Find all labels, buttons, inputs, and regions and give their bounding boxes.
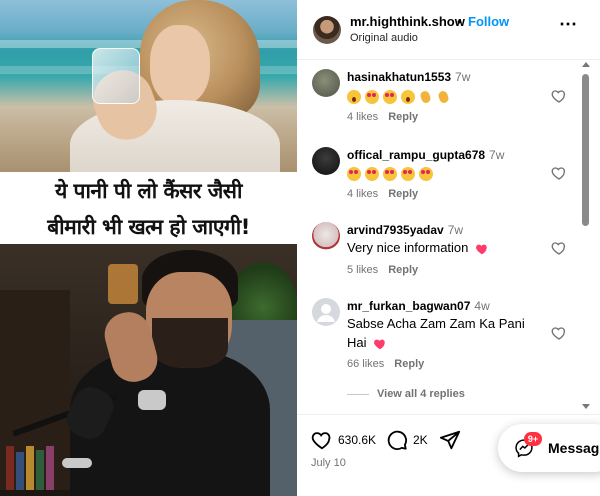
- water-glass: [92, 48, 140, 104]
- messages-label: Messages: [548, 440, 600, 456]
- wrist-watch: [138, 390, 166, 410]
- reply-button[interactable]: Reply: [388, 188, 418, 200]
- scrollbar-thumb[interactable]: [582, 74, 589, 226]
- heart-eyes-emoji-icon: [365, 166, 379, 181]
- heart-eyes-emoji-icon: [401, 166, 415, 181]
- comment-likes[interactable]: 66 likes: [347, 358, 384, 370]
- scroll-up-arrow-icon[interactable]: [582, 62, 590, 67]
- post-header: mr.highthink.show • Follow Original audi…: [297, 0, 600, 60]
- clap-emoji-icon: [419, 90, 433, 104]
- like-comment-heart-icon[interactable]: [551, 165, 567, 181]
- bracelet: [62, 458, 92, 468]
- header-separator: •: [457, 14, 462, 29]
- default-user-icon: [317, 304, 335, 322]
- astonished-emoji-icon: [401, 89, 415, 104]
- like-count[interactable]: 630.6K: [338, 433, 376, 447]
- unread-messages-badge: 9+: [524, 432, 542, 446]
- comment-bubble-icon[interactable]: [386, 429, 408, 451]
- audio-link[interactable]: Original audio: [350, 32, 418, 44]
- comment-likes[interactable]: 4 likes: [347, 111, 378, 123]
- view-replies-button[interactable]: View all 4 replies: [347, 388, 465, 400]
- comment-text: Sabse Acha Zam Zam Ka Pani Hai: [347, 314, 525, 352]
- like-comment-heart-icon[interactable]: [551, 88, 567, 104]
- comment-meta: 4 likes Reply: [347, 111, 418, 123]
- reel-video[interactable]: ये पानी पी लो कैंसर जैसी बीमारी भी खत्म …: [0, 0, 297, 496]
- comment-meta: 5 likes Reply: [347, 264, 418, 276]
- app-root: ये पानी पी लो कैंसर जैसी बीमारी भी खत्म …: [0, 0, 600, 496]
- commenter-username[interactable]: hasinakhatun1553 7w: [347, 70, 470, 84]
- comment-count[interactable]: 2K: [413, 433, 428, 447]
- heart-eyes-emoji-icon: [365, 89, 379, 104]
- man-beard: [152, 318, 228, 368]
- comment-meta: 66 likes Reply: [347, 358, 424, 370]
- comment-meta: 4 likes Reply: [347, 188, 418, 200]
- like-comment-heart-icon[interactable]: [551, 325, 567, 341]
- commenter-username[interactable]: arvind7935yadav 7w: [347, 223, 463, 237]
- heart-eyes-emoji-icon: [347, 166, 361, 181]
- video-caption-line-2: बीमारी भी खत्म हो जाएगी!: [47, 215, 250, 239]
- red-heart-emoji-icon: [476, 244, 487, 254]
- video-caption-line-1: ये पानी पी लो कैंसर जैसी: [55, 179, 242, 203]
- commenter-avatar[interactable]: [312, 222, 340, 250]
- comments-scrollbar[interactable]: [580, 62, 592, 414]
- more-options-icon[interactable]: ⋯: [559, 15, 577, 35]
- reply-button[interactable]: Reply: [388, 111, 418, 123]
- comment-emojis: [347, 163, 437, 182]
- post-date: July 10: [311, 457, 346, 469]
- astonished-emoji-icon: [347, 89, 361, 104]
- bookshelf: [0, 290, 70, 490]
- comment-time: 4w: [474, 299, 490, 313]
- comment-body: Sabse Acha Zam Zam Ka Pani: [347, 316, 525, 331]
- comment-time: 7w: [447, 223, 464, 237]
- comment-text: Very nice information: [347, 238, 489, 257]
- reply-button[interactable]: Reply: [394, 358, 424, 370]
- commenter-username[interactable]: offical_rampu_gupta678 7w: [347, 148, 504, 162]
- comment-body-line-2: Hai: [347, 335, 367, 350]
- commenter-avatar[interactable]: [312, 147, 340, 175]
- commenter-username[interactable]: mr_furkan_bagwan07 4w: [347, 299, 490, 313]
- comments-panel: mr.highthink.show • Follow Original audi…: [297, 0, 600, 496]
- red-heart-emoji-icon: [374, 339, 385, 349]
- follow-button[interactable]: Follow: [468, 14, 509, 29]
- heart-eyes-emoji-icon: [383, 89, 397, 104]
- messages-button[interactable]: 9+ Messages: [498, 424, 600, 472]
- heart-eyes-emoji-icon: [419, 166, 433, 181]
- author-username[interactable]: mr.highthink.show: [350, 14, 465, 29]
- heart-eyes-emoji-icon: [383, 166, 397, 181]
- woman-face: [150, 25, 210, 105]
- author-avatar[interactable]: [313, 16, 341, 44]
- comment-likes[interactable]: 4 likes: [347, 188, 378, 200]
- share-paper-plane-icon[interactable]: [439, 429, 461, 451]
- commenter-avatar[interactable]: [312, 69, 340, 97]
- lamp: [108, 264, 138, 304]
- reply-button[interactable]: Reply: [388, 264, 418, 276]
- like-comment-heart-icon[interactable]: [551, 240, 567, 256]
- like-heart-icon[interactable]: [311, 429, 333, 451]
- clap-emoji-icon: [437, 90, 451, 104]
- commenter-avatar-default[interactable]: [312, 298, 340, 326]
- comment-emojis: [347, 86, 455, 105]
- scroll-down-arrow-icon[interactable]: [582, 404, 590, 409]
- comment-time: 7w: [455, 70, 471, 84]
- comment-time: 7w: [489, 148, 505, 162]
- comment-body: Very nice information: [347, 240, 469, 255]
- comment-likes[interactable]: 5 likes: [347, 264, 378, 276]
- video-frame-top: [0, 0, 297, 190]
